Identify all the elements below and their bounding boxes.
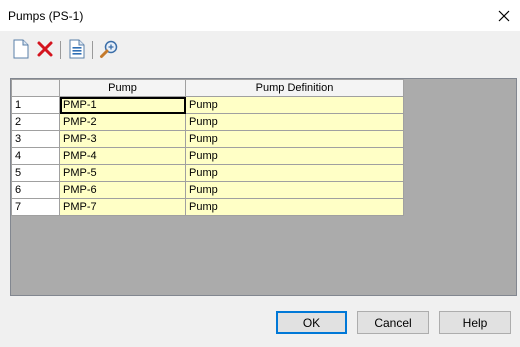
- window-title: Pumps (PS-1): [8, 9, 84, 23]
- close-icon: [498, 10, 510, 21]
- table-row: 6 PMP-6 Pump: [11, 181, 404, 199]
- help-button[interactable]: Help: [439, 311, 511, 334]
- toolbar-separator: [60, 41, 61, 59]
- row-number[interactable]: 7: [11, 198, 60, 216]
- zoom-icon: [100, 40, 118, 58]
- report-button[interactable]: [66, 38, 88, 60]
- pump-grid[interactable]: Pump Pump Definition 1 PMP-1 Pump 2 PMP-…: [10, 78, 517, 296]
- report-icon: [69, 39, 85, 59]
- pump-definition-cell[interactable]: Pump: [185, 130, 404, 148]
- dialog-footer: OK Cancel Help: [0, 296, 520, 347]
- delete-button[interactable]: [34, 38, 56, 60]
- pump-cell[interactable]: PMP-4: [59, 147, 186, 165]
- pump-definition-cell[interactable]: Pump: [185, 181, 404, 199]
- pump-definition-cell[interactable]: Pump: [185, 198, 404, 216]
- new-button[interactable]: [10, 38, 32, 60]
- pump-definition-cell[interactable]: Pump: [185, 113, 404, 131]
- column-header-pump[interactable]: Pump: [59, 79, 186, 97]
- pump-cell[interactable]: PMP-2: [59, 113, 186, 131]
- zoom-button[interactable]: [98, 38, 120, 60]
- delete-icon: [37, 41, 53, 57]
- toolbar-separator: [92, 41, 93, 59]
- title-bar: Pumps (PS-1): [0, 0, 520, 31]
- row-number[interactable]: 3: [11, 130, 60, 148]
- pump-table: Pump Pump Definition 1 PMP-1 Pump 2 PMP-…: [11, 79, 404, 216]
- row-number[interactable]: 1: [11, 96, 60, 114]
- pump-definition-cell[interactable]: Pump: [185, 164, 404, 182]
- pump-definition-cell[interactable]: Pump: [185, 147, 404, 165]
- ok-button[interactable]: OK: [276, 311, 347, 334]
- table-row: 2 PMP-2 Pump: [11, 113, 404, 131]
- pump-cell[interactable]: PMP-6: [59, 181, 186, 199]
- toolbar: [0, 31, 520, 65]
- corner-header[interactable]: [11, 79, 60, 97]
- pump-definition-cell[interactable]: Pump: [185, 96, 404, 114]
- column-header-pump-definition[interactable]: Pump Definition: [185, 79, 404, 97]
- new-icon: [13, 39, 29, 59]
- pump-cell[interactable]: PMP-7: [59, 198, 186, 216]
- table-row: 1 PMP-1 Pump: [11, 96, 404, 114]
- cancel-button[interactable]: Cancel: [357, 311, 429, 334]
- row-number[interactable]: 4: [11, 147, 60, 165]
- pump-cell[interactable]: PMP-3: [59, 130, 186, 148]
- row-number[interactable]: 2: [11, 113, 60, 131]
- row-number[interactable]: 6: [11, 181, 60, 199]
- table-row: 4 PMP-4 Pump: [11, 147, 404, 165]
- table-row: 3 PMP-3 Pump: [11, 130, 404, 148]
- row-number[interactable]: 5: [11, 164, 60, 182]
- table-row: 5 PMP-5 Pump: [11, 164, 404, 182]
- table-row: 7 PMP-7 Pump: [11, 198, 404, 216]
- pump-cell[interactable]: PMP-5: [59, 164, 186, 182]
- table-header-row: Pump Pump Definition: [11, 79, 404, 97]
- pump-cell[interactable]: PMP-1: [59, 96, 186, 114]
- close-button[interactable]: [488, 0, 520, 31]
